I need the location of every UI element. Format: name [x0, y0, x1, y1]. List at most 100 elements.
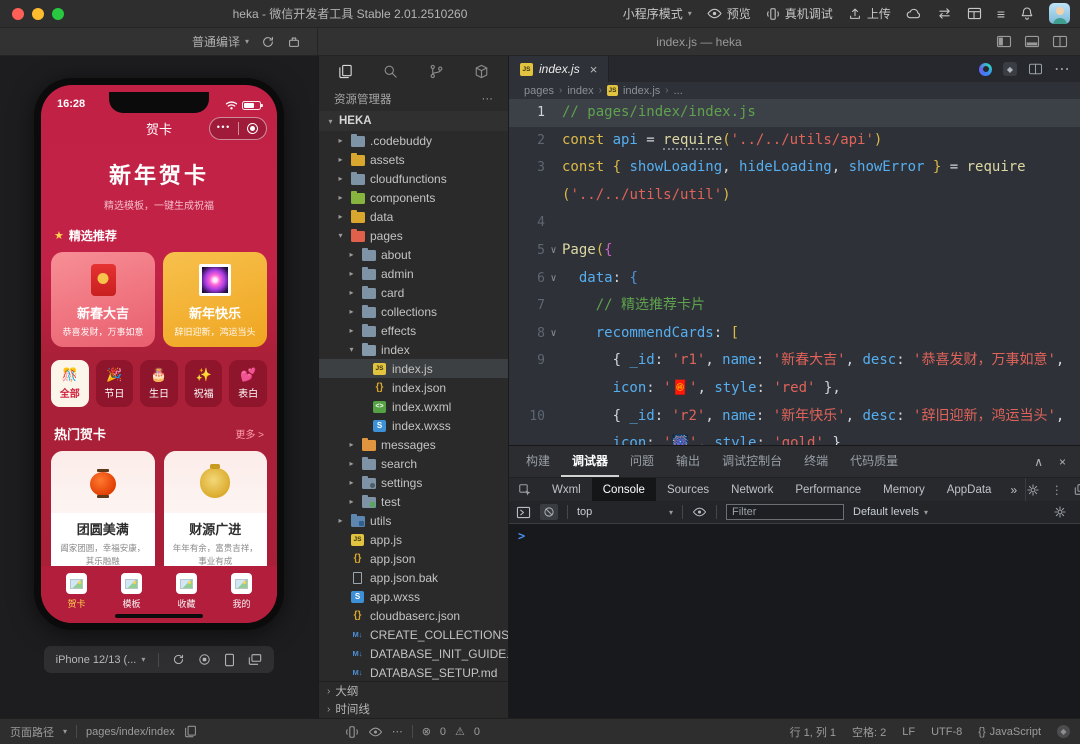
file-tree-row[interactable]: search [319, 454, 508, 473]
file-tree-row[interactable]: M↓ CREATE_COLLECTIONS_... [319, 625, 508, 644]
problems-indicator[interactable]: ⊗ 0 ⚠ 0 [422, 725, 480, 738]
search-icon[interactable] [383, 64, 398, 79]
tab-bar-item[interactable]: 我的 [231, 573, 252, 623]
more-tabs-icon[interactable]: » [1002, 478, 1025, 501]
page-path-selector[interactable]: 页面路径 ▾ [10, 724, 67, 740]
mini-program-mode-dropdown[interactable]: 小程序模式▾ [623, 5, 692, 22]
feedback-icon[interactable]: ◆ [1057, 725, 1070, 738]
close-window-button[interactable] [12, 8, 24, 20]
encoding[interactable]: UTF-8 [931, 726, 962, 738]
phone-simulator[interactable]: 16:28 贺卡 ••• [34, 78, 284, 630]
collapse-panel-icon[interactable]: ∧ [1034, 455, 1043, 469]
mini-program-screen[interactable]: 16:28 贺卡 ••• [41, 85, 277, 623]
file-tree-row[interactable]: components [319, 188, 508, 207]
more-link[interactable]: 更多 > [235, 426, 264, 441]
file-tree-row[interactable]: {} cloudbaserc.json [319, 606, 508, 625]
package-icon[interactable] [474, 64, 489, 79]
file-tree-row[interactable]: .codebuddy [319, 131, 508, 150]
file-tree-row[interactable]: <> index.wxml [319, 397, 508, 416]
debugger-tab[interactable]: 终端 [793, 446, 839, 477]
file-tree-row[interactable]: admin [319, 264, 508, 283]
device-selector[interactable]: iPhone 12/13 (...▾ [56, 654, 146, 666]
more-options-icon[interactable]: ••• [210, 123, 238, 135]
split-editor-icon[interactable] [1028, 63, 1043, 75]
file-tree-row[interactable]: S app.wxss [319, 587, 508, 606]
plugin-icon[interactable]: ◆ [1003, 62, 1017, 76]
copy-icon[interactable] [184, 725, 197, 738]
breadcrumb-file[interactable]: index.js [623, 85, 660, 97]
debugger-tab[interactable]: 问题 [619, 446, 665, 477]
menu-icon[interactable]: ≡ [997, 7, 1005, 21]
devtools-tab[interactable]: Console [592, 478, 656, 501]
file-tree-row[interactable]: {} index.json [319, 378, 508, 397]
file-tree-row[interactable]: S index.wxss [319, 416, 508, 435]
eye-icon[interactable] [692, 506, 707, 518]
debugger-tab[interactable]: 输出 [665, 446, 711, 477]
preview-button[interactable]: 预览 [707, 5, 751, 22]
maximize-window-button[interactable] [52, 8, 64, 20]
breadcrumb-index[interactable]: index [567, 85, 593, 97]
file-tree-row[interactable]: card [319, 283, 508, 302]
refresh-icon[interactable] [261, 35, 275, 49]
debugger-tab[interactable]: 调试器 [561, 446, 619, 477]
category-chip[interactable]: 🎂 生日 [140, 360, 178, 407]
console-settings-icon[interactable] [1053, 505, 1073, 519]
indentation[interactable]: 空格: 2 [852, 724, 886, 740]
close-panel-icon[interactable]: × [1059, 455, 1066, 469]
user-avatar[interactable] [1049, 3, 1070, 24]
more-actions-icon[interactable]: ⋯ [1054, 59, 1070, 79]
recommend-card[interactable]: 新春大吉 恭喜发财，万事如意 [51, 252, 155, 347]
file-tree-row[interactable]: M↓ DATABASE_SETUP.md [319, 663, 508, 681]
panel-bottom-icon[interactable] [1024, 35, 1040, 48]
category-chip[interactable]: 🎊 全部 [51, 360, 89, 407]
devtools-tab[interactable]: Performance [784, 478, 872, 501]
devtools-tab[interactable]: Sources [656, 478, 720, 501]
close-tab-icon[interactable]: × [590, 62, 598, 77]
gear-icon[interactable] [1026, 483, 1040, 497]
vibrate-debug-icon[interactable] [345, 725, 359, 739]
remote-debug-button[interactable]: 真机调试 [766, 5, 833, 22]
refresh-icon[interactable] [172, 653, 185, 666]
debugger-tab[interactable]: 代码质量 [839, 446, 909, 477]
recommend-card[interactable]: 新年快乐 辞旧迎新，鸿运当头 [163, 252, 267, 347]
undock-icon[interactable] [1074, 483, 1080, 496]
console-prompt[interactable]: > [518, 529, 525, 543]
compile-mode-dropdown[interactable]: 普通编译▾ [192, 33, 249, 50]
tab-bar-item[interactable]: 贺卡 [66, 573, 87, 623]
file-tree-row[interactable]: data [319, 207, 508, 226]
multi-window-icon[interactable] [248, 653, 262, 666]
file-tree-row[interactable]: messages [319, 435, 508, 454]
language-mode[interactable]: {} JavaScript [978, 726, 1041, 738]
close-minimize-icon[interactable] [239, 123, 267, 134]
bell-icon[interactable] [1020, 6, 1034, 21]
file-tree-row[interactable]: utils [319, 511, 508, 530]
cursor-position[interactable]: 行 1, 列 1 [790, 724, 836, 740]
panel-left-icon[interactable] [996, 35, 1012, 48]
file-tree-row[interactable]: test [319, 492, 508, 511]
breadcrumb-symbol[interactable]: ... [674, 85, 683, 97]
clear-cache-icon[interactable] [287, 35, 301, 49]
file-tree-row[interactable]: about [319, 245, 508, 264]
inspect-element-icon[interactable] [509, 478, 541, 501]
category-chip[interactable]: 💕 表白 [229, 360, 267, 407]
files-icon[interactable] [338, 64, 353, 79]
category-chip[interactable]: 🎉 节日 [96, 360, 134, 407]
transfer-icon[interactable] [937, 7, 952, 20]
devtools-tab[interactable]: Memory [872, 478, 936, 501]
file-tree-row[interactable]: JS index.js [319, 359, 508, 378]
eye-icon[interactable] [368, 726, 383, 738]
clear-console-icon[interactable] [540, 504, 558, 520]
more-icon[interactable]: ⋯ [392, 725, 403, 738]
project-root-row[interactable]: HEKA [319, 111, 508, 131]
console-output[interactable]: > [509, 524, 1080, 718]
kebab-menu-icon[interactable]: ⋮ [1051, 483, 1063, 497]
devtools-tab[interactable]: Wxml [541, 478, 592, 501]
context-selector[interactable]: top ▾ [577, 506, 673, 518]
debugger-tab[interactable]: 构建 [515, 446, 561, 477]
outline-section[interactable]: › 大纲 [319, 682, 508, 700]
record-icon[interactable] [198, 653, 211, 666]
file-tree-row[interactable]: assets [319, 150, 508, 169]
file-tree-row[interactable]: pages [319, 226, 508, 245]
debugger-tab[interactable]: 调试控制台 [711, 446, 793, 477]
filter-input[interactable] [726, 504, 844, 520]
